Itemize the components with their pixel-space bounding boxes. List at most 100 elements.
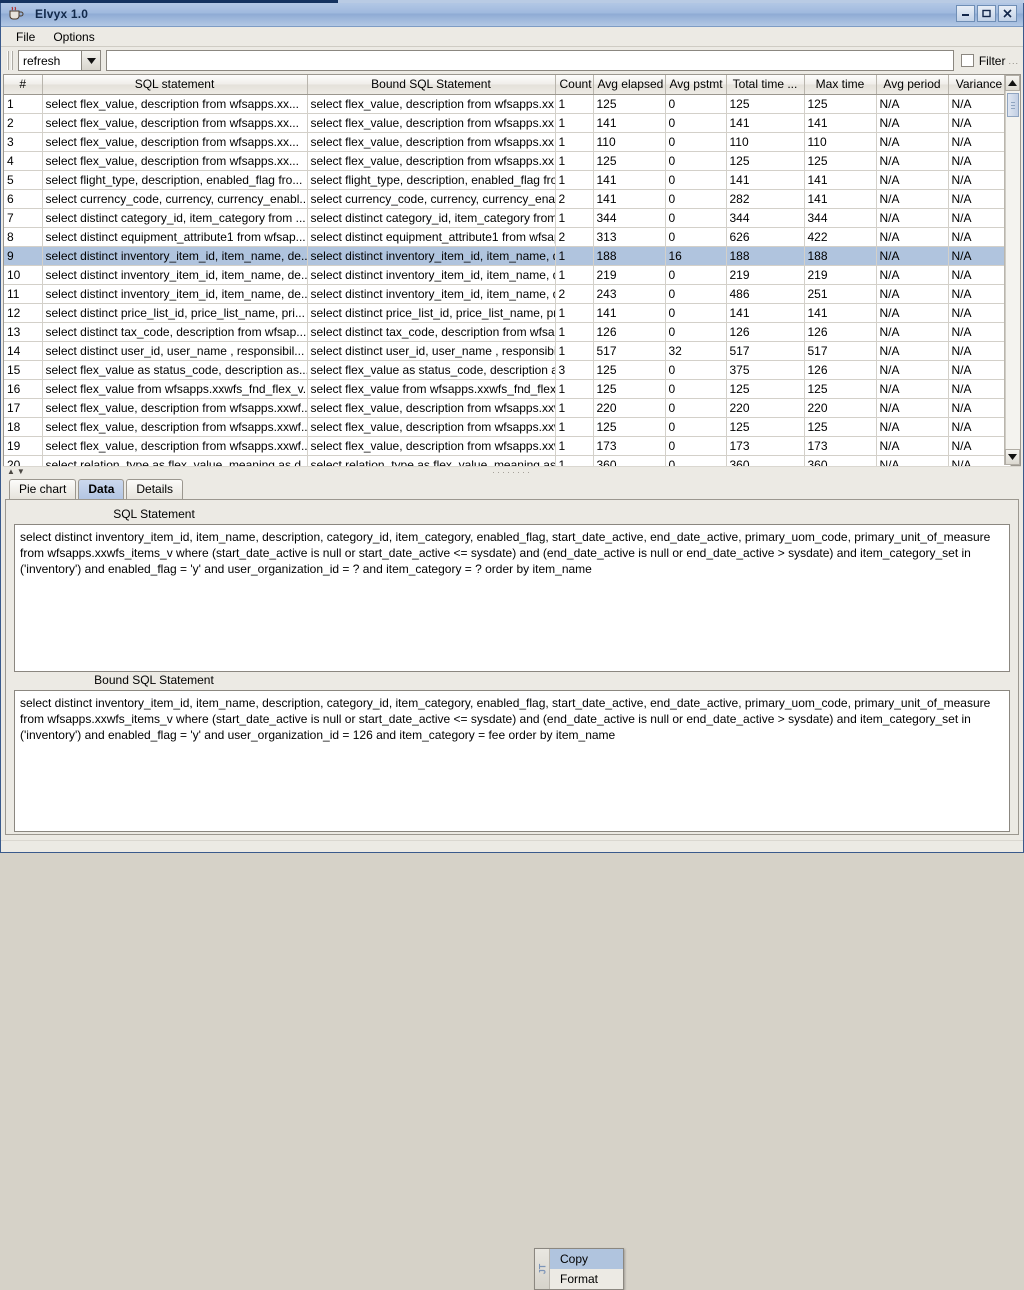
sql-statement-textarea[interactable]: select distinct inventory_item_id, item_… — [14, 524, 1010, 672]
cell-variance: N/A — [948, 341, 1011, 361]
table-row[interactable]: 14 select distinct user_id, user_name , r… — [4, 341, 1011, 361]
cell-avg_pstmt: 0 — [665, 322, 727, 342]
tab-pie-chart[interactable]: Pie chart — [9, 479, 77, 499]
context-menu-item-format[interactable]: Format — [550, 1269, 623, 1289]
table-row[interactable]: 12 select distinct price_list_id, price_l… — [4, 303, 1011, 323]
scrollbar-thumb[interactable] — [1007, 93, 1019, 117]
bound-sql-textarea[interactable]: select distinct inventory_item_id, item_… — [14, 690, 1010, 832]
cell-sql: select distinct inventory_item_id, item_… — [42, 246, 308, 266]
table-row[interactable]: 9 select distinct inventory_item_id, item… — [4, 246, 1011, 266]
cell-count: 1 — [555, 398, 594, 418]
cell-avg_period: N/A — [876, 436, 949, 456]
maximize-button[interactable] — [977, 5, 996, 22]
cell-avg_pstmt: 0 — [665, 113, 727, 133]
filter-input[interactable] — [106, 50, 954, 71]
chevron-down-icon[interactable] — [81, 51, 100, 70]
action-combobox[interactable]: refresh — [18, 50, 101, 71]
toolbar-overflow-dots[interactable]: ... — [1008, 56, 1019, 66]
scroll-down-arrow-icon[interactable] — [1005, 449, 1020, 465]
menu-options[interactable]: Options — [44, 28, 103, 46]
split-pane-divider[interactable]: ▲▼ ········ — [3, 466, 1021, 477]
minimize-button[interactable] — [956, 5, 975, 22]
table-row[interactable]: 13 select distinct tax_code, description … — [4, 322, 1011, 342]
cell-avg_period: N/A — [876, 303, 949, 323]
cell-count: 1 — [555, 246, 594, 266]
tab-data[interactable]: Data — [78, 479, 125, 499]
cell-sql: select currency_code, currency, currency… — [42, 189, 308, 209]
cell-total_time: 125 — [726, 417, 805, 437]
table-row[interactable]: 4 select flex_value, description from wfs… — [4, 151, 1011, 171]
table-row[interactable]: 1 select flex_value, description from wfs… — [4, 94, 1011, 114]
cell-sql: select distinct category_id, item_catego… — [42, 208, 308, 228]
table-row[interactable]: 17 select flex_value, description from wf… — [4, 398, 1011, 418]
table-row[interactable]: 2 select flex_value, description from wfs… — [4, 113, 1011, 133]
table-row[interactable]: 10 select distinct inventory_item_id, ite… — [4, 265, 1011, 285]
cell-avg_pstmt: 0 — [665, 132, 727, 152]
column-header-avg-pstmt[interactable]: Avg pstmt — [665, 75, 727, 95]
column-header-bound-sql[interactable]: Bound SQL Statement — [307, 75, 556, 95]
cell-avg_pstmt: 0 — [665, 227, 727, 247]
table-vertical-scrollbar[interactable] — [1004, 75, 1020, 465]
split-grip-dots[interactable]: ········ — [492, 467, 532, 477]
column-header-sql[interactable]: SQL statement — [42, 75, 308, 95]
cell-avg_period: N/A — [876, 360, 949, 380]
context-menu-drag-grip[interactable]: JT — [535, 1249, 550, 1289]
cell-avg_elapsed: 141 — [593, 303, 666, 323]
column-header-total-time[interactable]: Total time ... — [726, 75, 805, 95]
tab-details[interactable]: Details — [126, 479, 184, 499]
cell-total_time: 110 — [726, 132, 805, 152]
cell-total_time: 517 — [726, 341, 805, 361]
scrollbar-track[interactable] — [1005, 91, 1020, 449]
close-button[interactable] — [998, 5, 1017, 22]
cell-sql: select distinct inventory_item_id, item_… — [42, 284, 308, 304]
filter-label: Filter — [978, 53, 1006, 68]
cell-count: 3 — [555, 360, 594, 380]
cell-avg_elapsed: 517 — [593, 341, 666, 361]
split-collapse-arrows[interactable]: ▲▼ — [3, 468, 27, 476]
cell-avg_elapsed: 219 — [593, 265, 666, 285]
cell-bound_sql: select flex_value, description from wfsa… — [307, 151, 556, 171]
cell-idx: 11 — [4, 284, 43, 304]
table-row[interactable]: 11 select distinct inventory_item_id, ite… — [4, 284, 1011, 304]
column-header-variance[interactable]: Variance — [948, 75, 1011, 95]
cell-count: 1 — [555, 417, 594, 437]
filter-checkbox[interactable] — [960, 54, 974, 67]
table-row[interactable]: 5 select flight_type, description, enable… — [4, 170, 1011, 190]
cell-variance: N/A — [948, 303, 1011, 323]
column-header-index[interactable]: # — [4, 75, 43, 95]
cell-max_time: 141 — [804, 170, 877, 190]
cell-max_time: 141 — [804, 113, 877, 133]
cell-max_time: 251 — [804, 284, 877, 304]
column-header-count[interactable]: Count — [555, 75, 594, 95]
cell-count: 1 — [555, 94, 594, 114]
table-row[interactable]: 16 select flex_value from wfsapps.xxwfs_f… — [4, 379, 1011, 399]
cell-total_time: 486 — [726, 284, 805, 304]
cell-variance: N/A — [948, 265, 1011, 285]
cell-avg_period: N/A — [876, 322, 949, 342]
cell-variance: N/A — [948, 417, 1011, 437]
table-row[interactable]: 3 select flex_value, description from wfs… — [4, 132, 1011, 152]
table-row[interactable]: 18 select flex_value, description from wf… — [4, 417, 1011, 437]
cell-sql: select flex_value as status_code, descri… — [42, 360, 308, 380]
cell-sql: select distinct tax_code, description fr… — [42, 322, 308, 342]
table-row[interactable]: 6 select currency_code, currency, currenc… — [4, 189, 1011, 209]
cell-max_time: 125 — [804, 417, 877, 437]
scroll-up-arrow-icon[interactable] — [1005, 75, 1020, 91]
column-header-avg-elapsed[interactable]: Avg elapsed — [593, 75, 666, 95]
toolbar-drag-grip[interactable] — [7, 51, 14, 70]
column-header-max-time[interactable]: Max time — [804, 75, 877, 95]
sql-statements-table[interactable]: # SQL statement Bound SQL Statement Coun… — [4, 75, 1011, 475]
cell-idx: 9 — [4, 246, 43, 266]
cell-count: 1 — [555, 132, 594, 152]
table-row[interactable]: 8 select distinct equipment_attribute1 fr… — [4, 227, 1011, 247]
cell-avg_pstmt: 0 — [665, 208, 727, 228]
table-row[interactable]: 15 select flex_value as status_code, desc… — [4, 360, 1011, 380]
tab-strip: Pie chart Data Details — [1, 477, 1023, 499]
cell-avg_elapsed: 125 — [593, 417, 666, 437]
cell-bound_sql: select currency_code, currency, currency… — [307, 189, 556, 209]
table-row[interactable]: 7 select distinct category_id, item_categ… — [4, 208, 1011, 228]
column-header-avg-period[interactable]: Avg period — [876, 75, 949, 95]
menu-file[interactable]: File — [7, 28, 44, 46]
table-row[interactable]: 19 select flex_value, description from wf… — [4, 436, 1011, 456]
context-menu-item-copy[interactable]: Copy — [550, 1249, 623, 1269]
